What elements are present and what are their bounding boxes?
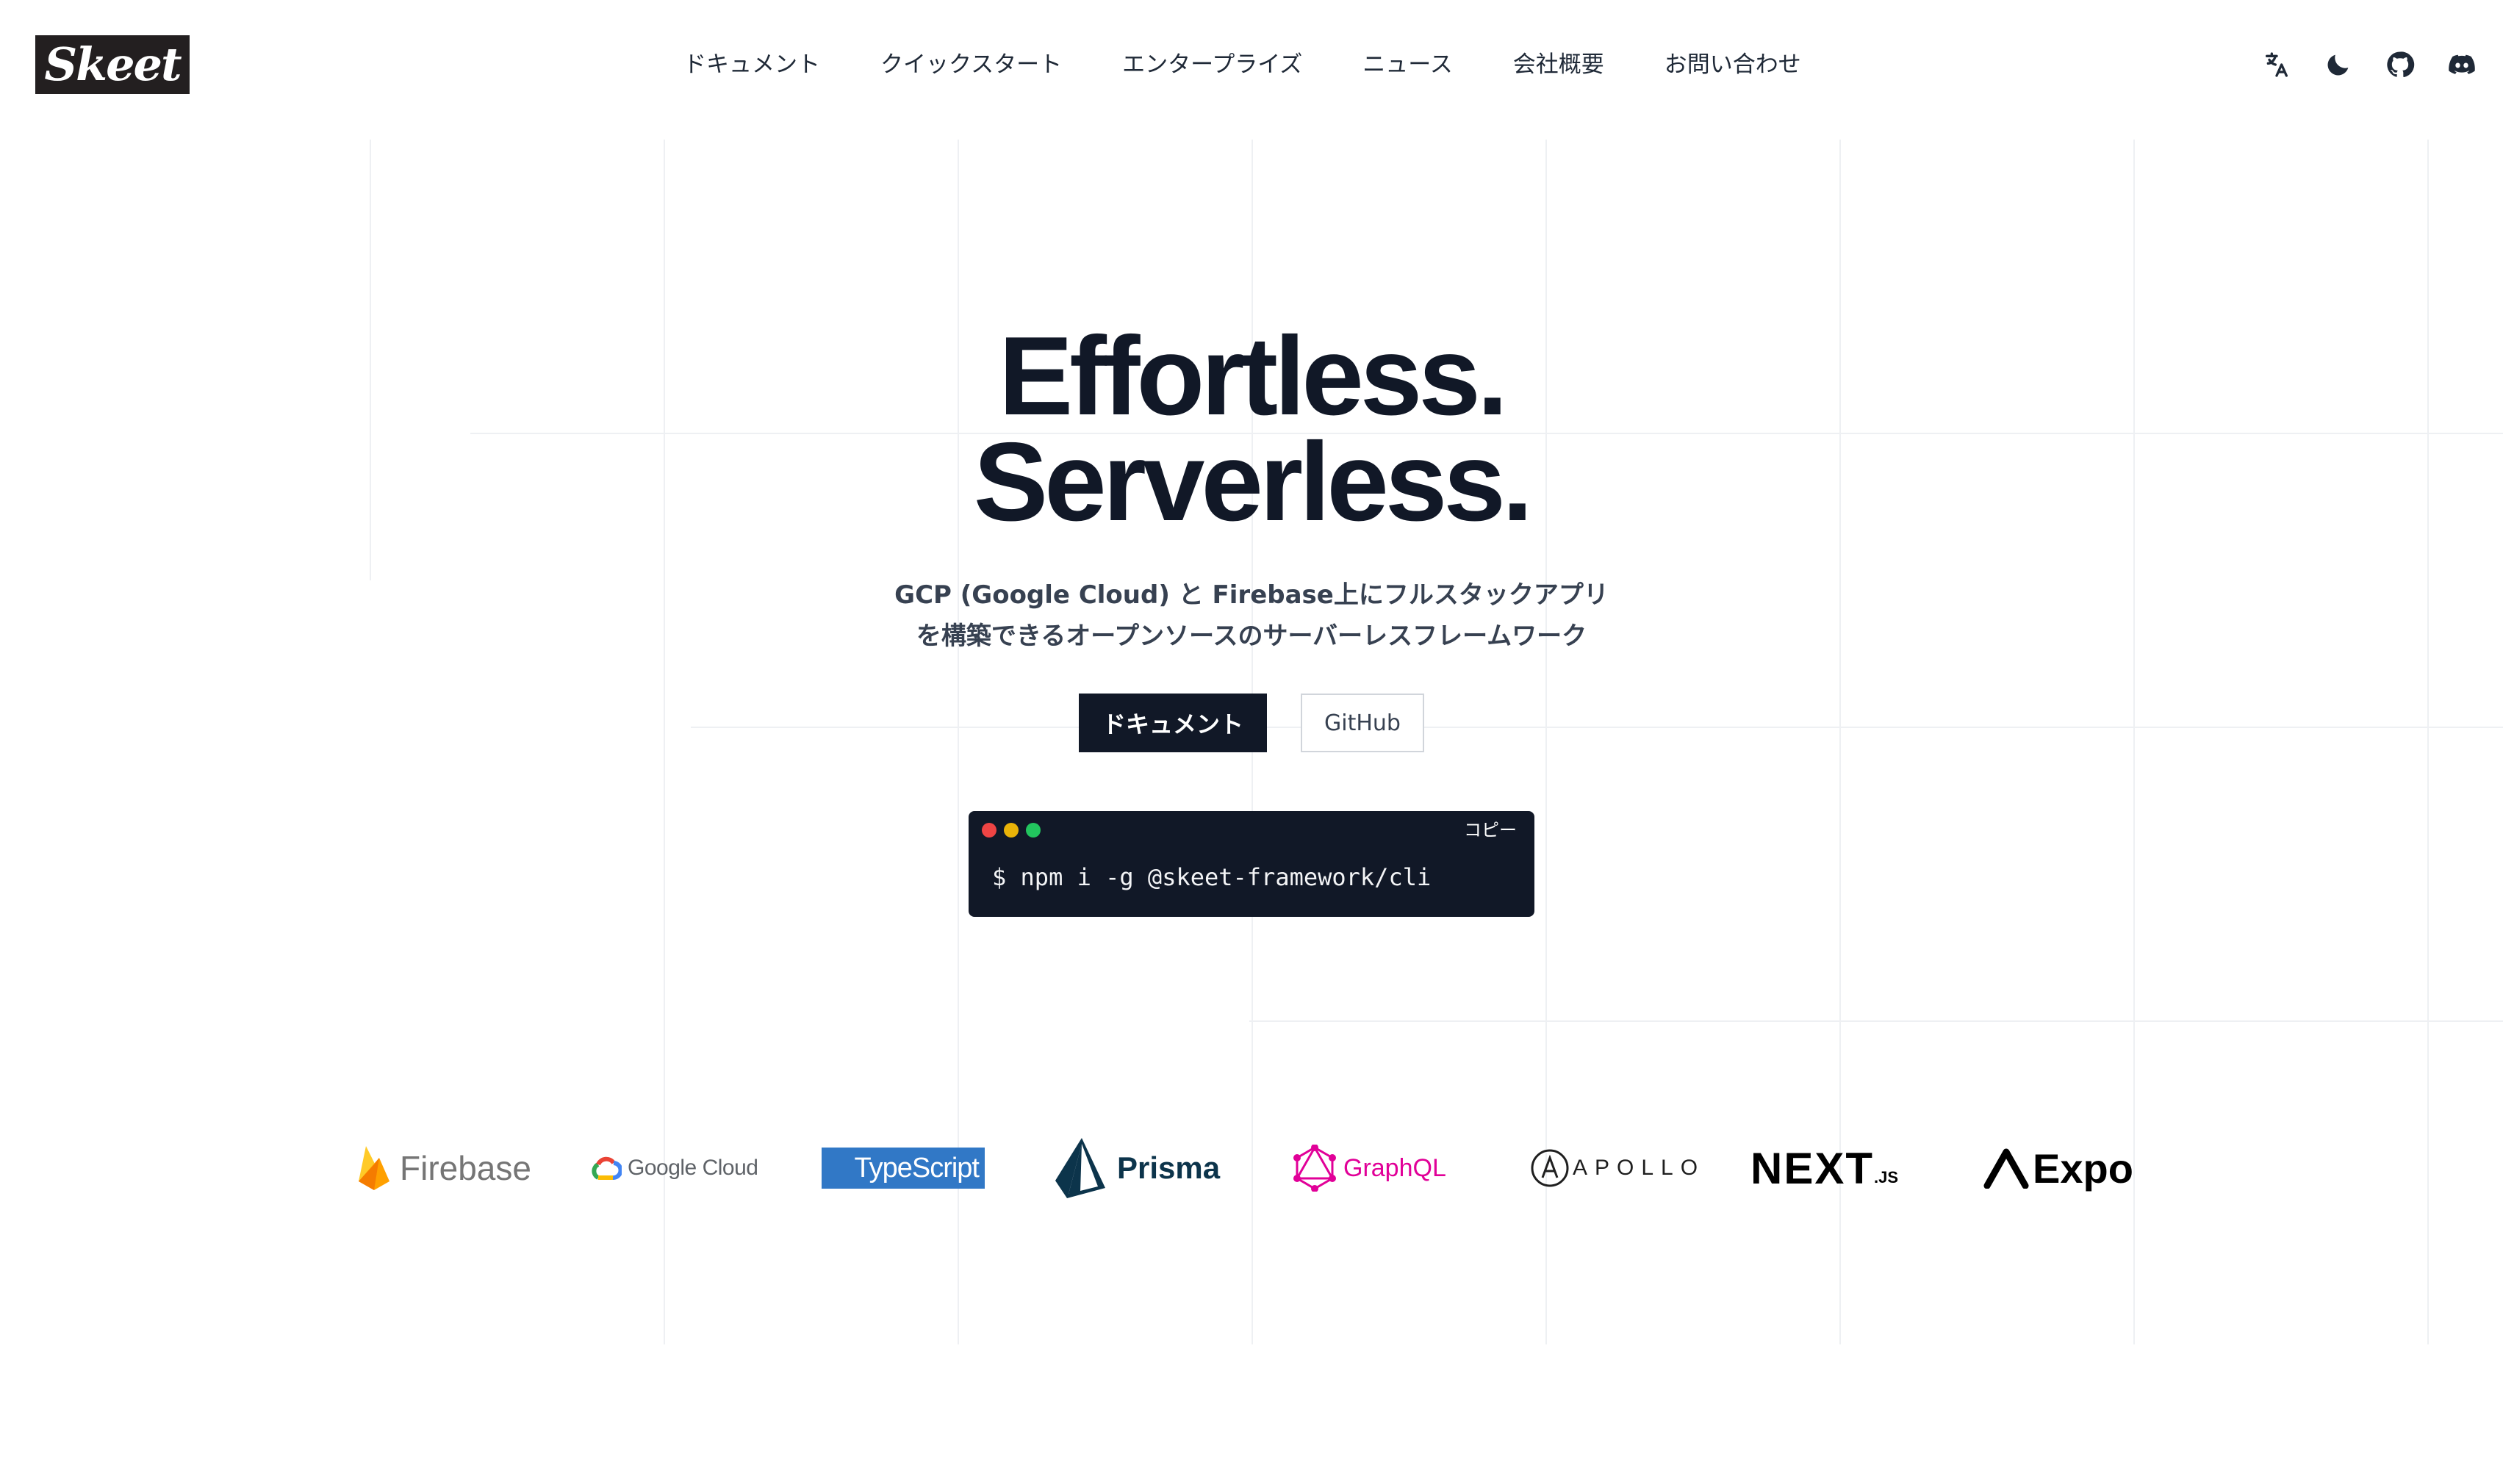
github-button[interactable]: GitHub [1301,694,1424,752]
nav-item-company[interactable]: 会社概要 [1513,47,1604,82]
moon-icon[interactable] [2324,50,2353,79]
discord-icon[interactable] [2447,50,2477,79]
nav-item-contact[interactable]: お問い合わせ [1665,47,1801,82]
copy-button[interactable]: コピー [1464,818,1517,842]
apollo-logo: APOLLO [1530,1131,1705,1205]
nav-item-documents[interactable]: ドキュメント [683,47,820,82]
prisma-icon [1055,1138,1105,1198]
graphql-label: GraphQL [1343,1153,1446,1182]
nav-item-enterprise[interactable]: エンタープライズ [1122,47,1302,82]
github-icon[interactable] [2385,50,2415,79]
nextjs-suffix: .JS [1874,1168,1899,1186]
skeet-logo[interactable]: Skeet [35,35,190,94]
hero-subtitle-line-1: GCP (Google Cloud) と Firebase上にフルスタックアプリ [894,580,1609,610]
nav-item-news[interactable]: ニュース [1362,47,1452,82]
nextjs-label: NEXT [1750,1143,1875,1193]
typescript-logo: TypeScript [822,1131,985,1205]
translate-icon[interactable] [2262,50,2291,79]
typescript-label: TypeScript [854,1152,980,1184]
main-nav: ドキュメント クイックスタート エンタープライズ ニュース 会社概要 お問い合わ… [683,47,1801,82]
apollo-icon [1531,1149,1569,1187]
minimize-dot [1004,823,1019,838]
google-cloud-logo: Google Cloud [589,1131,758,1205]
close-dot [982,823,996,838]
header-actions [2262,47,2477,82]
expo-label: Expo [2033,1145,2133,1192]
documents-button[interactable]: ドキュメント [1079,694,1267,752]
window-controls [982,823,1041,838]
maximize-dot [1026,823,1041,838]
google-cloud-icon [592,1156,622,1180]
expo-icon [1983,1148,2029,1189]
graphql-logo: GraphQL [1293,1131,1446,1205]
typescript-badge: TypeScript [822,1148,985,1189]
prisma-logo: Prisma [1054,1131,1220,1205]
graphql-icon [1293,1145,1336,1192]
expo-logo: Expo [1983,1131,2133,1205]
apollo-label: APOLLO [1573,1156,1706,1180]
install-terminal: コピー $ npm i -g @skeet-framework/cli [969,811,1534,917]
firebase-label: Firebase [400,1149,531,1187]
firebase-flame-icon [359,1146,389,1190]
google-cloud-label: Google Cloud [628,1156,758,1180]
prisma-label: Prisma [1117,1150,1221,1185]
tech-logos: Firebase Google Cloud TypeScript Prisma [353,1131,2161,1205]
site-header: Skeet ドキュメント クイックスタート エンタープライズ ニュース 会社概要… [0,0,2503,129]
nav-item-quickstart[interactable]: クイックスタート [880,47,1062,82]
firebase-logo: Firebase [357,1131,531,1205]
hero-subtitle-line-2: を構築できるオープンソースのサーバーレスフレームワーク [916,622,1587,651]
install-command[interactable]: $ npm i -g @skeet-framework/cli [992,858,1431,896]
nextjs-logo: NEXT .JS [1750,1131,1898,1205]
hero-title: Effortless. Serverless. [0,314,2503,544]
hero-title-line-1: Effortless. [998,314,1508,439]
hero-subtitle: GCP (Google Cloud) と Firebase上にフルスタックアプリ… [0,574,2503,657]
hero-title-line-2: Serverless. [973,419,1533,544]
